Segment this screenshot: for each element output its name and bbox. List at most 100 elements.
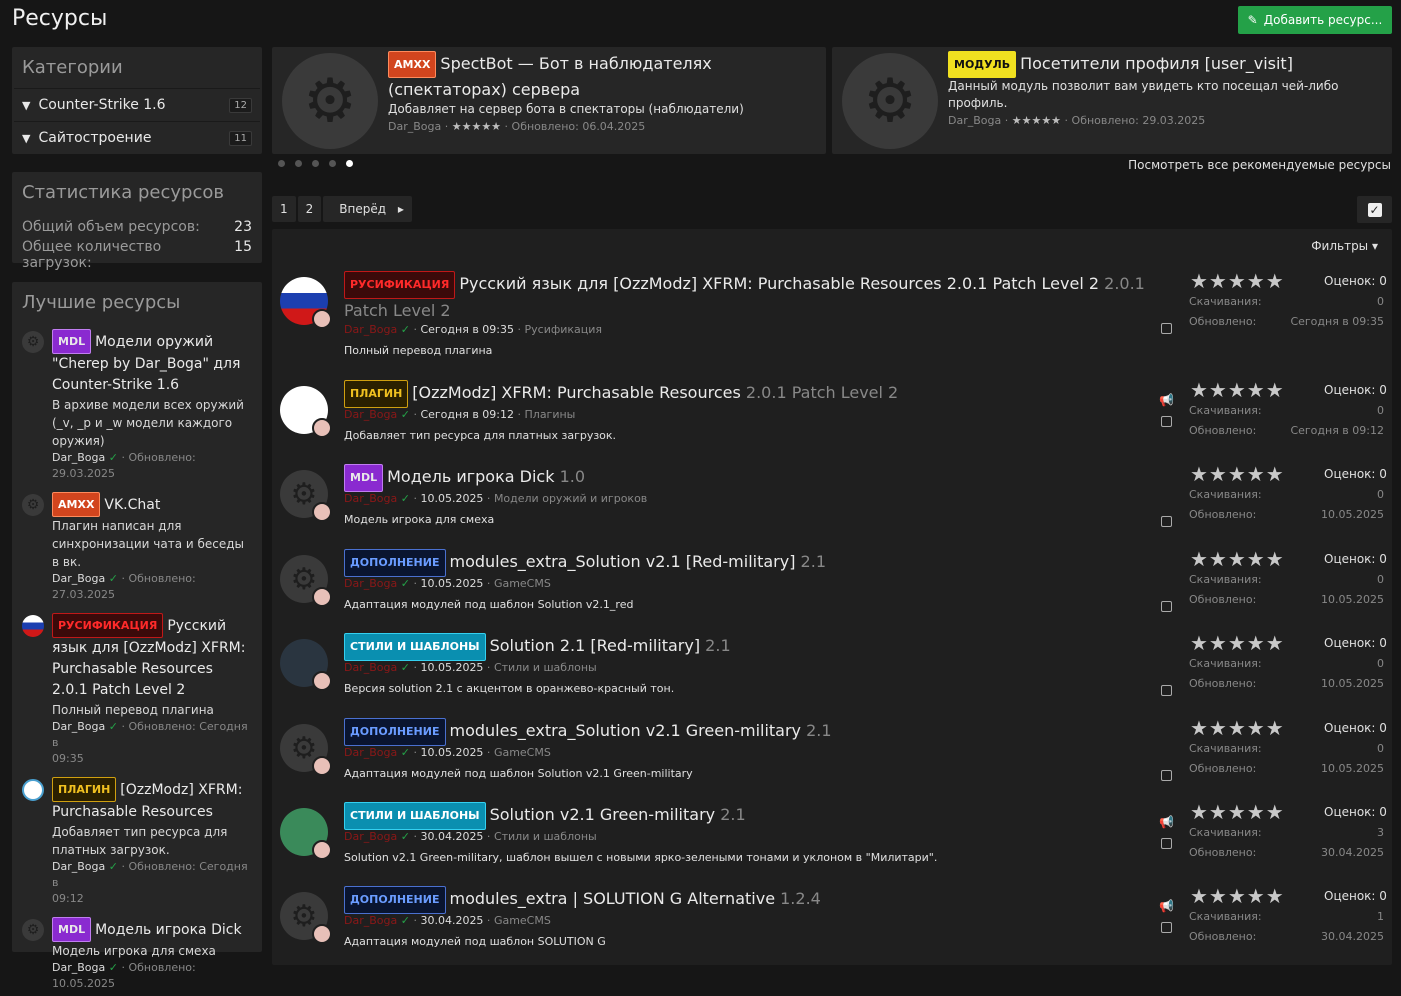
author-link[interactable]: Dar_Boga — [344, 577, 397, 590]
resource-date[interactable]: 10.05.2025 — [420, 577, 483, 590]
row-checkbox[interactable] — [1161, 685, 1172, 696]
avatar[interactable] — [312, 840, 332, 860]
rating-stars[interactable]: ★★★★★ — [1190, 549, 1285, 569]
resource-category[interactable]: Модели оружий и игроков — [494, 492, 647, 505]
resource-title[interactable]: Русский язык для [OzzModz] XFRM: Purchas… — [459, 274, 1099, 293]
resource-title[interactable]: modules_extra_Solution v2.1 [Red-militar… — [450, 552, 796, 571]
downloads-row: Скачивания: 0 — [1189, 657, 1384, 670]
avatar[interactable] — [312, 756, 332, 776]
resource-date[interactable]: 10.05.2025 — [420, 746, 483, 759]
row-checkbox[interactable] — [1161, 601, 1172, 612]
author-link[interactable]: Dar_Boga — [52, 720, 105, 733]
author-link[interactable]: Dar_Boga — [52, 572, 105, 585]
view-all-featured-link[interactable]: Посмотреть все рекомендуемые ресурсы — [1128, 158, 1391, 172]
prefix-badge: СТИЛИ И ШАБЛОНЫ — [344, 802, 486, 830]
featured-title[interactable]: SpectBot — Бот в наблюдателях (спектатор… — [388, 54, 712, 99]
rating-stars[interactable]: ★★★★★ — [1190, 464, 1285, 484]
resource-version: 2.1 — [705, 636, 731, 655]
author-link[interactable]: Dar_Boga — [344, 746, 397, 759]
updated-row: Обновлено: 30.04.2025 — [1189, 846, 1384, 859]
author-link[interactable]: Dar_Boga — [388, 120, 441, 133]
rating-count: Оценок: 0 — [1324, 383, 1387, 397]
rating-stars[interactable]: ★★★★★ — [1190, 802, 1285, 822]
resource-title[interactable]: [OzzModz] XFRM: Purchasable Resources — [412, 383, 741, 402]
list-item[interactable]: РУСИФИКАЦИЯ Русский язык для [OzzModz] XF… — [12, 607, 262, 771]
next-page-button[interactable]: Вперёд ▸ — [323, 196, 412, 222]
category-item-cs16[interactable]: ▼ Counter-Strike 1.6 12 — [14, 88, 260, 121]
resource-date[interactable]: 30.04.2025 — [420, 914, 483, 927]
resource-date[interactable]: Сегодня в 09:12 — [420, 408, 514, 421]
resource-title[interactable]: Solution 2.1 [Red-military] — [490, 636, 701, 655]
avatar[interactable] — [312, 309, 332, 329]
rating-stars[interactable]: ★★★★★ — [1190, 718, 1285, 738]
resource-title[interactable]: Модель игрока Dick — [387, 467, 554, 486]
rating-count: Оценок: 0 — [1324, 552, 1387, 566]
author-link[interactable]: Dar_Boga — [52, 860, 105, 873]
check-icon: ✓ — [105, 451, 122, 464]
author-link[interactable]: Dar_Boga — [52, 961, 105, 974]
avatar[interactable] — [312, 924, 332, 944]
avatar[interactable] — [312, 671, 332, 691]
list-item[interactable]: ⚙ MDL Модели оружий "Cherep by Dar_Boga" … — [12, 323, 262, 486]
avatar[interactable] — [312, 587, 332, 607]
author-link[interactable]: Dar_Boga — [52, 451, 105, 464]
downloads-row: Скачивания: 0 — [1189, 295, 1384, 308]
row-checkbox[interactable] — [1161, 416, 1172, 427]
select-toggle-button[interactable]: ✓ — [1357, 196, 1392, 223]
page-1[interactable]: 1 — [272, 196, 296, 222]
resource-category[interactable]: Плагины — [525, 408, 576, 421]
row-checkbox[interactable] — [1161, 922, 1172, 933]
author-link[interactable]: Dar_Boga — [344, 830, 397, 843]
author-link[interactable]: Dar_Boga — [344, 408, 397, 421]
resource-category[interactable]: GameCMS — [494, 577, 551, 590]
resource-category[interactable]: Русификация — [525, 323, 603, 336]
featured-card[interactable]: ⚙ AMXX SpectBot — Бот в наблюдателях (спе… — [272, 47, 826, 154]
carousel-dots[interactable] — [278, 160, 353, 167]
resource-title[interactable]: VK.Chat — [104, 497, 160, 513]
megaphone-icon: 📢 — [1159, 815, 1174, 829]
rating-stars[interactable]: ★★★★★ — [1190, 380, 1285, 400]
row-checkbox[interactable] — [1161, 516, 1172, 527]
author-link[interactable]: Dar_Boga — [344, 914, 397, 927]
resource-title[interactable]: Модель игрока Dick — [95, 922, 241, 938]
gear-icon: ⚙ — [22, 919, 44, 941]
resource-title[interactable]: modules_extra_Solution v2.1 Green-milita… — [450, 721, 802, 740]
resource-date[interactable]: 10.05.2025 — [420, 661, 483, 674]
row-checkbox[interactable] — [1161, 838, 1172, 849]
resource-date[interactable]: 10.05.2025 — [420, 492, 483, 505]
list-item[interactable]: ⚙ AMXX VK.Chat Плагин написан для синхрон… — [12, 486, 262, 607]
filters-button[interactable]: Фильтры ▾ — [1311, 239, 1378, 253]
resource-category[interactable]: Стили и шаблоны — [494, 830, 597, 843]
list-item[interactable]: ПЛАГИН [OzzModz] XFRM: Purchasable Resour… — [12, 771, 262, 911]
category-item-web[interactable]: ▼ Сайтостроение 11 — [14, 121, 260, 154]
avatar[interactable] — [312, 502, 332, 522]
resource-category[interactable]: Стили и шаблоны — [494, 661, 597, 674]
rating-stars[interactable]: ★★★★★ — [1190, 886, 1285, 906]
resource-title[interactable]: modules_extra | SOLUTION G Alternative — [450, 889, 776, 908]
rating-stars: ★★★★★ — [1011, 114, 1062, 127]
avatar[interactable] — [312, 418, 332, 438]
resource-category[interactable]: GameCMS — [494, 746, 551, 759]
resource-date[interactable]: 30.04.2025 — [420, 830, 483, 843]
author-link[interactable]: Dar_Boga — [344, 323, 397, 336]
badge-mdl: MDL — [52, 917, 92, 942]
stat-row: Общий объем ресурсов: 23 — [22, 219, 252, 235]
rating-stars[interactable]: ★★★★★ — [1190, 633, 1285, 653]
rating-count: Оценок: 0 — [1324, 274, 1387, 288]
page-2[interactable]: 2 — [297, 196, 322, 222]
author-link[interactable]: Dar_Boga — [344, 661, 397, 674]
list-item[interactable]: ⚙ MDL Модель игрока Dick Модель игрока дл… — [12, 911, 262, 996]
author-link[interactable]: Dar_Boga — [344, 492, 397, 505]
resource-title[interactable]: Solution v2.1 Green-military — [490, 805, 716, 824]
resource-date[interactable]: Сегодня в 09:35 — [420, 323, 514, 336]
author-link[interactable]: Dar_Boga — [948, 114, 1001, 127]
row-checkbox[interactable] — [1161, 323, 1172, 334]
rating-stars[interactable]: ★★★★★ — [1190, 271, 1285, 291]
check-icon: ✓ — [105, 720, 122, 733]
resource-category[interactable]: GameCMS — [494, 914, 551, 927]
add-resource-button[interactable]: ✎ Добавить ресурс... — [1238, 6, 1392, 34]
prefix-badge: MDL — [344, 464, 384, 492]
featured-card[interactable]: ⚙ МОДУЛЬ Посетители профиля [user_visit] … — [832, 47, 1392, 154]
featured-title[interactable]: Посетители профиля [user_visit] — [1020, 54, 1293, 73]
row-checkbox[interactable] — [1161, 770, 1172, 781]
